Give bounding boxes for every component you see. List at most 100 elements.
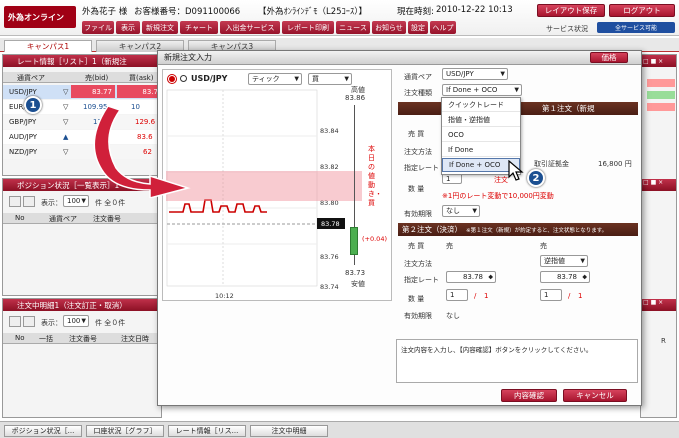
section2-title: 第２注文（決済） <box>402 225 462 234</box>
qty2-value: 1 <box>544 291 549 299</box>
qty-label: 数 量 <box>408 185 425 193</box>
next-page-button[interactable] <box>23 316 35 327</box>
qty2-input[interactable]: 1 <box>540 289 562 301</box>
prev-page-button[interactable] <box>9 316 21 327</box>
side-label: 売 買 <box>408 130 425 138</box>
order-type-select[interactable]: If Done + OCO ▼ <box>442 84 522 96</box>
display-count-select[interactable]: 100 ▼ <box>63 315 89 327</box>
section1-title: 第１注文（新規 <box>542 104 595 113</box>
count-summary: 件 全０件 <box>95 319 126 327</box>
dropdown-arrow-icon: ▼ <box>81 317 86 325</box>
dropdown-option-if-done[interactable]: If Done <box>442 143 520 157</box>
indicator-bar <box>647 91 675 99</box>
menu-news[interactable]: ニュース <box>336 21 370 34</box>
customer-number: お客様番号：D091100066 <box>134 7 241 17</box>
cancel-button[interactable]: キャンセル <box>563 389 627 402</box>
dropdown-option-oco[interactable]: OCO <box>442 128 520 142</box>
y-tick-label: 83.74 <box>320 283 339 291</box>
expiry-value: なし <box>446 207 460 215</box>
indicator-bar <box>647 79 675 87</box>
high-value: 83.86 <box>345 94 366 102</box>
menu-chart[interactable]: チャート <box>180 21 218 34</box>
side-select[interactable]: 買 ▼ <box>308 73 352 85</box>
col-batch: 一括 <box>39 335 53 343</box>
close-icon[interactable]: □ ■ × <box>641 299 676 311</box>
ask-cell[interactable]: 83.7 <box>117 85 161 98</box>
qty1-denominator: 1 <box>484 292 489 300</box>
expiry-select[interactable]: なし ▼ <box>442 205 480 217</box>
close-icon[interactable]: □ ■ × <box>643 58 663 65</box>
rate2-value: 83.78 <box>556 273 577 281</box>
rate-table-header: 通貨ペア 売(bid) 買(ask) <box>3 72 161 83</box>
taskbar-account[interactable]: 口座状況［グラフ］ <box>86 425 164 437</box>
confirm-button[interactable]: 内容確認 <box>501 389 557 402</box>
menu-notice[interactable]: お知らせ <box>372 21 406 34</box>
current-price-label: 83.78 <box>321 220 340 228</box>
pair-select[interactable]: USD/JPY ▼ <box>442 68 508 80</box>
message-text: 注文内容を入力し、【内容確認】ボタンをクリックしてください。 <box>401 346 593 354</box>
message-box: 注文内容を入力し、【内容確認】ボタンをクリックしてください。 <box>396 339 638 383</box>
side-value: 買 <box>312 75 319 83</box>
logo-text: 外為オンライン <box>8 12 64 22</box>
dropdown-option-quick-trade[interactable]: クイックトレード <box>442 98 520 112</box>
taskbar-orders[interactable]: 注文中明細 <box>250 425 328 437</box>
dropdown-arrow-icon: ▽ <box>63 148 69 156</box>
logout-button[interactable]: ログアウト <box>609 4 675 17</box>
menu-file[interactable]: ファイル <box>82 21 114 34</box>
dialog-title: 新規注文入力 <box>164 53 212 62</box>
tick-select[interactable]: ティック ▼ <box>248 73 302 85</box>
right-panel-header: □ ■ × <box>641 55 676 67</box>
taskbar-rate[interactable]: レート情報［リス... <box>168 425 246 437</box>
qty-value: 1 <box>446 174 451 183</box>
dropdown-option-limit-stop[interactable]: 指値・逆指値 <box>442 113 520 127</box>
rate2-input[interactable]: 83.78 ◆ <box>540 271 590 283</box>
bid-cell[interactable]: 83.77 <box>71 85 115 98</box>
service-status-label: サービス状況 <box>546 25 588 33</box>
layout-save-button[interactable]: レイアウト保存 <box>537 4 605 17</box>
method-label: 注文方法 <box>404 148 432 156</box>
prev-page-button[interactable] <box>9 196 21 207</box>
rate1-input[interactable]: 83.78 ◆ <box>446 271 496 283</box>
callout-number-2: 2 <box>527 169 545 187</box>
dialog-close-button[interactable]: 価格 <box>590 52 628 63</box>
y-tick-label: 83.84 <box>320 127 339 135</box>
dialog-title-bar: 新規注文入力 <box>158 51 641 65</box>
menu-settings[interactable]: 設定 <box>408 21 428 34</box>
y-tick-label: 83.76 <box>320 253 339 261</box>
unit-note: ※1円のレート変動で10,000円変動 <box>442 192 554 200</box>
close-icon[interactable]: □ ■ × <box>641 179 676 191</box>
taskbar-position[interactable]: ポジション状況［... <box>4 425 82 437</box>
tab-canvas-1[interactable]: キャンパス1 <box>4 40 92 52</box>
menu-report[interactable]: レポート印刷 <box>282 21 334 34</box>
y-tick-label: 83.82 <box>320 163 339 171</box>
tick-value: ティック <box>252 75 280 83</box>
menu-help[interactable]: ヘルプ <box>430 21 456 34</box>
dropdown-arrow-icon: ▼ <box>294 75 299 83</box>
daily-change-value: (+0.04) <box>362 235 387 243</box>
order-table-header: No 一括 注文番号 注文日時 <box>3 333 161 344</box>
current-time: 2010-12-22 10:13 <box>436 5 513 15</box>
position-table-header: No 通貨ペア 注文番号 <box>3 213 161 224</box>
chart-pair: USD/JPY <box>191 74 228 83</box>
expiry-label: 有効期限 <box>404 312 432 320</box>
buy-value: 売 <box>540 242 547 250</box>
side-label: 売 買 <box>408 242 425 250</box>
menu-deposit[interactable]: 入出金サービス <box>220 21 280 34</box>
menu-new-order[interactable]: 新規注文 <box>142 21 178 34</box>
right-panel: □ ■ × □ ■ × □ ■ × R <box>640 54 677 418</box>
qty1-input[interactable]: 1 <box>446 289 468 301</box>
menu-view[interactable]: 表示 <box>116 21 140 34</box>
brand-logo: 外為オンライン <box>4 6 76 28</box>
next-page-button[interactable] <box>23 196 35 207</box>
col-date: 注文日時 <box>121 335 149 343</box>
callout-number-1: 1 <box>24 96 42 114</box>
order-panel-title: 注文中明細1（注文訂正・取消） <box>17 300 127 310</box>
user-name: 外為花子 様 <box>82 7 128 17</box>
order-panel: 注文中明細1（注文訂正・取消） 表示： 100 ▼ 件 全０件 No 一括 注文番… <box>2 298 162 418</box>
col-no: No <box>15 334 25 342</box>
col-order: 注文番号 <box>93 215 121 223</box>
method-label: 注文方法 <box>404 260 432 268</box>
dropdown-arrow-icon: ▽ <box>63 103 69 111</box>
flag-dot <box>169 76 175 82</box>
method-select[interactable]: 逆指値 ▼ <box>540 255 588 267</box>
